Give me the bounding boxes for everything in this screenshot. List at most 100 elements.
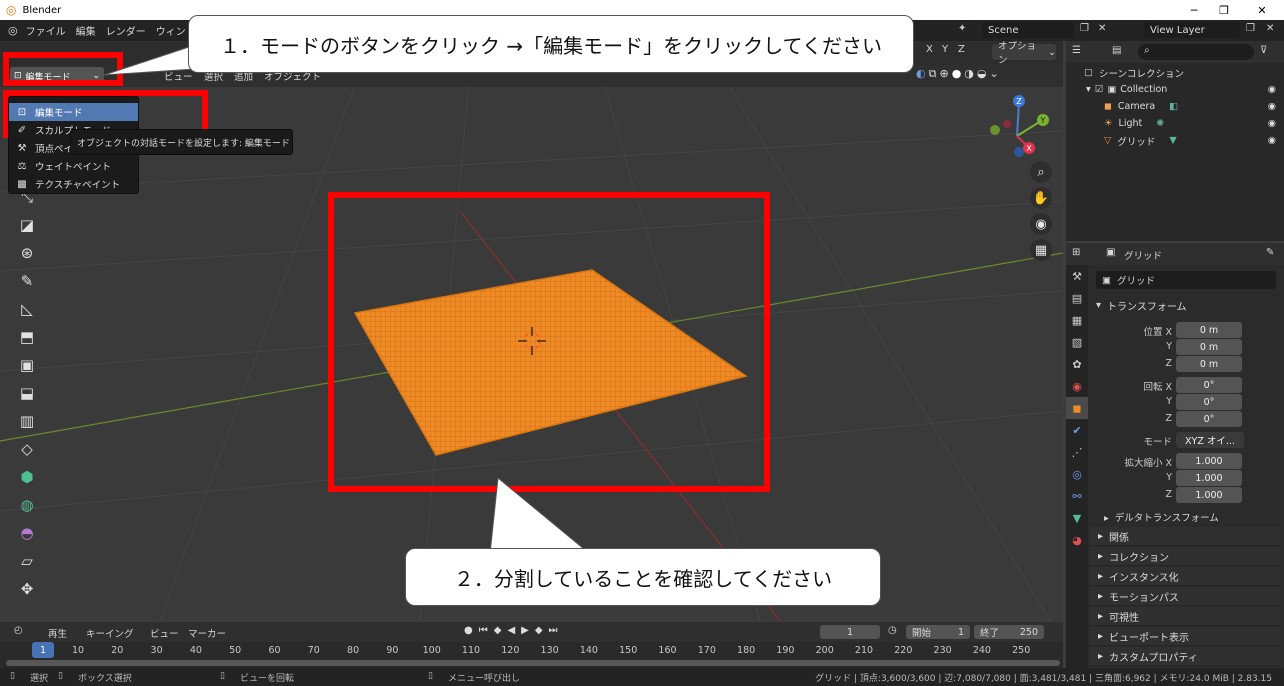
maximize-button[interactable]: ❐ bbox=[1206, 0, 1242, 20]
current-frame-field[interactable]: 1 bbox=[820, 625, 880, 639]
bevel-tool-icon[interactable]: ⬓ bbox=[15, 381, 39, 405]
clock-icon[interactable]: ◷ bbox=[888, 625, 897, 636]
material-tab-icon[interactable]: ◕ bbox=[1066, 529, 1088, 551]
shear-tool-icon[interactable]: ▱ bbox=[15, 549, 39, 573]
timeline-scrollbar[interactable] bbox=[6, 660, 1060, 666]
panel-viewport-display[interactable]: ▸ ビューポート表示 bbox=[1090, 627, 1280, 646]
menu-render[interactable]: レンダー bbox=[106, 23, 146, 38]
outliner-row-collection[interactable]: ▾ ☑ ▣ Collection ◉ bbox=[1066, 81, 1284, 98]
play-icon[interactable]: ▶ bbox=[521, 625, 529, 636]
transform-gizmo-icon[interactable]: ⊛ bbox=[15, 241, 39, 265]
object-name-field[interactable]: ▣ グリッド bbox=[1096, 271, 1276, 289]
menu-edit[interactable]: 編集 bbox=[76, 23, 96, 38]
location-x-field[interactable]: 0 m bbox=[1176, 322, 1242, 338]
scale-y-field[interactable]: 1.000 bbox=[1176, 470, 1242, 486]
timeline-editor-icon[interactable]: ◴ bbox=[14, 625, 23, 636]
mode-item-edit[interactable]: ⊡ 編集モード bbox=[9, 103, 138, 121]
mode-item-weight-paint[interactable]: ⚖ ウェイトペイント bbox=[9, 157, 138, 175]
menu-timeline-view[interactable]: ビュー bbox=[150, 626, 179, 640]
axis-x-toggle[interactable]: X bbox=[926, 44, 933, 55]
rip-tool-icon[interactable]: ✥ bbox=[15, 577, 39, 601]
output-tab-icon[interactable]: ▦ bbox=[1066, 309, 1088, 331]
properties-editor-icon[interactable]: ⊞ bbox=[1072, 247, 1080, 258]
outliner-row-grid[interactable]: ▽ グリッド ▼ ◉ bbox=[1066, 132, 1284, 149]
blender-menu-icon[interactable]: ◎ bbox=[8, 24, 18, 37]
xray-icon[interactable]: ⧉ bbox=[929, 67, 937, 81]
record-icon[interactable]: ● bbox=[464, 625, 473, 636]
pin-icon[interactable]: ✎ bbox=[1266, 247, 1274, 258]
playhead-marker[interactable]: 1 bbox=[32, 642, 54, 658]
start-frame-field[interactable]: 開始 1 bbox=[906, 625, 970, 639]
axis-z-toggle[interactable]: Z bbox=[958, 44, 965, 55]
jump-end-icon[interactable]: ⏭ bbox=[549, 625, 558, 636]
outliner-row-light[interactable]: ☀ Light ✺ ◉ bbox=[1066, 115, 1284, 132]
delete-scene-icon[interactable]: ✕ bbox=[1098, 23, 1106, 34]
new-view-layer-icon[interactable]: ❐ bbox=[1246, 23, 1255, 34]
menu-window[interactable]: ウィン bbox=[156, 23, 186, 38]
zoom-icon[interactable]: ⌕ bbox=[1030, 161, 1052, 183]
display-mode-icon[interactable]: ▤ bbox=[1112, 45, 1121, 56]
extrude-tool-icon[interactable]: ⬒ bbox=[15, 325, 39, 349]
rotation-z-field[interactable]: 0° bbox=[1176, 411, 1242, 427]
panel-collections[interactable]: ▸ コレクション bbox=[1090, 547, 1280, 566]
outliner-scene-collection[interactable]: ▢ シーンコレクション bbox=[1066, 64, 1284, 81]
transform-panel-header[interactable]: ▾ トランスフォーム bbox=[1090, 295, 1280, 315]
polybuild-tool-icon[interactable]: ⬢ bbox=[15, 465, 39, 489]
panel-visibility[interactable]: ▸ 可視性 bbox=[1090, 607, 1280, 626]
rotation-mode-dropdown[interactable]: XYZ オイ... bbox=[1176, 432, 1244, 448]
camera-view-icon[interactable]: ◉ bbox=[1030, 213, 1052, 235]
scale-tool-icon[interactable]: ◪ bbox=[15, 213, 39, 237]
rotation-y-field[interactable]: 0° bbox=[1176, 394, 1242, 410]
object-tab-icon[interactable]: ◼ bbox=[1066, 397, 1088, 419]
menu-file[interactable]: ファイル bbox=[26, 23, 66, 38]
menu-playback[interactable]: 再生 bbox=[48, 626, 67, 640]
mode-item-texture-paint[interactable]: ▩ テクスチャペイント bbox=[9, 175, 138, 193]
physics-tab-icon[interactable]: ◎ bbox=[1066, 463, 1088, 485]
annotate-tool-icon[interactable]: ✎ bbox=[15, 269, 39, 293]
smooth-tool-icon[interactable]: ◓ bbox=[15, 521, 39, 545]
location-z-field[interactable]: 0 m bbox=[1176, 356, 1242, 372]
perspective-grid-icon[interactable]: ▦ bbox=[1030, 239, 1052, 261]
menu-keying[interactable]: キーイング bbox=[86, 626, 134, 640]
close-button[interactable]: ✕ bbox=[1244, 0, 1280, 20]
particles-tab-icon[interactable]: ⋰ bbox=[1066, 441, 1088, 463]
modifier-tab-icon[interactable]: ✔ bbox=[1066, 419, 1088, 441]
spin-tool-icon[interactable]: ◍ bbox=[15, 493, 39, 517]
scale-x-field[interactable]: 1.000 bbox=[1176, 453, 1242, 469]
panel-instancing[interactable]: ▸ インスタンス化 bbox=[1090, 567, 1280, 586]
solid-shading-icon[interactable]: ● bbox=[952, 67, 962, 81]
options-dropdown[interactable]: オプション ⌄ bbox=[992, 41, 1056, 66]
axis-y-toggle[interactable]: Y bbox=[942, 44, 948, 55]
chevron-down-icon[interactable]: ⌄ bbox=[990, 67, 999, 81]
wireframe-shading-icon[interactable]: ⊕ bbox=[939, 67, 948, 81]
overlay-icon[interactable]: ◐ bbox=[916, 67, 926, 81]
view-layer-selector[interactable]: View Layer bbox=[1144, 22, 1240, 38]
end-frame-field[interactable]: 終了 250 bbox=[974, 625, 1044, 639]
loopcut-tool-icon[interactable]: ▥ bbox=[15, 409, 39, 433]
tool-tab-icon[interactable]: ⚒ bbox=[1066, 265, 1088, 287]
render-tab-icon[interactable]: ▤ bbox=[1066, 287, 1088, 309]
rotation-x-field[interactable]: 0° bbox=[1176, 377, 1242, 393]
knife-tool-icon[interactable]: ◇ bbox=[15, 437, 39, 461]
data-tab-icon[interactable]: ▼ bbox=[1066, 507, 1088, 529]
delta-transform-panel[interactable]: ▸ デルタトランスフォーム bbox=[1104, 510, 1219, 524]
next-keyframe-icon[interactable]: ◆ bbox=[535, 625, 543, 636]
constraints-tab-icon[interactable]: ⚯ bbox=[1066, 485, 1088, 507]
view-layer-tab-icon[interactable]: ▧ bbox=[1066, 331, 1088, 353]
prev-keyframe-icon[interactable]: ◆ bbox=[494, 625, 502, 636]
world-tab-icon[interactable]: ◉ bbox=[1066, 375, 1088, 397]
panel-custom-properties[interactable]: ▸ カスタムプロパティ bbox=[1090, 647, 1280, 666]
play-reverse-icon[interactable]: ◀ bbox=[507, 625, 515, 636]
outliner-search-input[interactable]: ⌕ bbox=[1138, 44, 1254, 60]
scene-selector[interactable]: Scene bbox=[982, 22, 1074, 38]
outliner-row-camera[interactable]: ◼ Camera ◧ ◉ bbox=[1066, 98, 1284, 115]
menu-marker[interactable]: マーカー bbox=[188, 626, 226, 640]
pan-hand-icon[interactable]: ✋ bbox=[1030, 187, 1052, 209]
rendered-shading-icon[interactable]: ◒ bbox=[977, 67, 987, 81]
inset-tool-icon[interactable]: ▣ bbox=[15, 353, 39, 377]
measure-tool-icon[interactable]: ◺ bbox=[15, 297, 39, 321]
scene-tab-icon[interactable]: ✿ bbox=[1066, 353, 1088, 375]
timeline-ruler[interactable]: 10 20 30 40 50 60 70 80 90 100 110 120 130 140 150 160 1… bbox=[0, 642, 1063, 660]
panel-relations[interactable]: ▸ 関係 bbox=[1090, 527, 1280, 546]
filter-icon[interactable]: ⊽ bbox=[1260, 45, 1267, 56]
